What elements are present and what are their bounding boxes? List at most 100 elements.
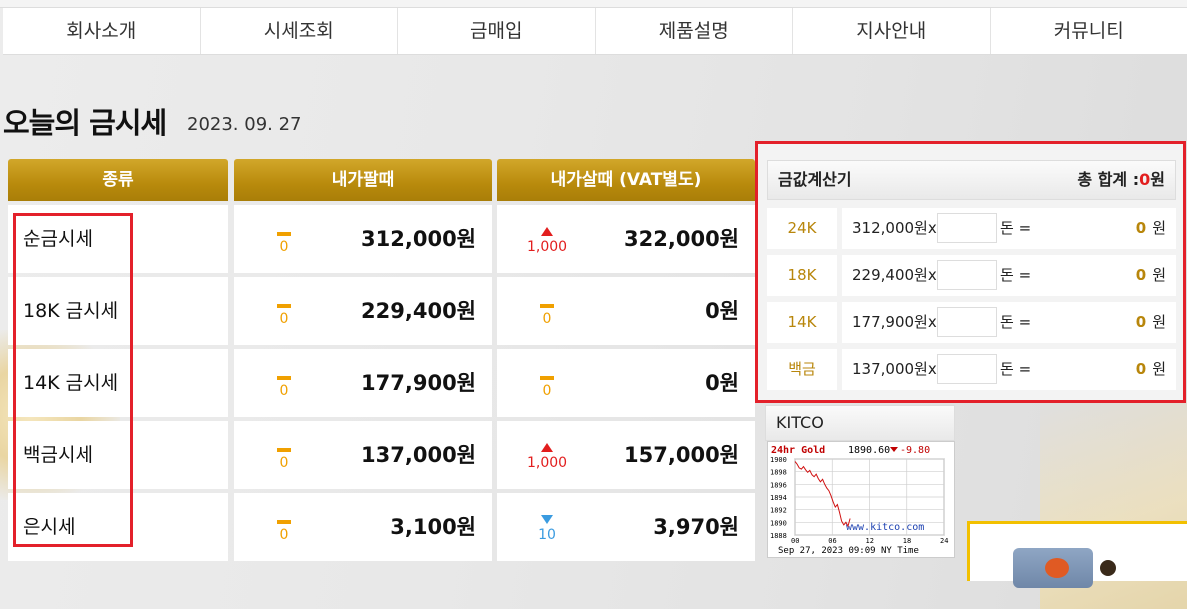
nav-item-products[interactable]: 제품설명 (594, 8, 793, 54)
arrow-down-icon (541, 515, 553, 524)
calc-price-value: 312,000원 (852, 219, 928, 237)
calculator-total: 총 합계 :0원 (1077, 161, 1165, 199)
sell-price: 177,900원 (361, 371, 476, 395)
change-up: 1,000 (527, 440, 567, 471)
kitco-header: KITCO (765, 405, 955, 441)
total-label: 총 합계 : (1077, 170, 1140, 189)
gold-calculator: 금값계산기 총 합계 :0원 24K 312,000원x 돈 = 0 원 18K 229,4… (755, 141, 1186, 403)
calc-unit-label: 돈 = (1000, 313, 1032, 331)
chart-timestamp: Sep 27, 2023 09:09 NY Time (778, 546, 919, 556)
chart-y-tick: 1894 (770, 494, 787, 502)
chart-x-tick: 12 (866, 537, 874, 545)
nav-item-gold-buying[interactable]: 금매입 (397, 8, 595, 54)
calc-quantity-input[interactable] (937, 354, 997, 384)
calc-result: 0원 (1136, 349, 1166, 390)
nav-item-community[interactable]: 커뮤니티 (989, 8, 1187, 54)
change-flat: 0 (264, 440, 304, 471)
dash-icon (540, 304, 554, 308)
calc-result-unit: 원 (1152, 313, 1166, 331)
chart-x-tick: 24 (940, 537, 948, 545)
calc-metal-label: 14K (767, 302, 837, 343)
change-value: 10 (538, 527, 556, 543)
chart-y-tick: 1900 (770, 456, 787, 464)
calc-result-unit: 원 (1152, 219, 1166, 237)
change-value: 0 (279, 239, 289, 255)
calc-multiply: x (927, 219, 937, 237)
page-date: 2023. 09. 27 (187, 114, 302, 135)
top-strip (0, 0, 1187, 8)
buy-price: 0원 (705, 299, 739, 323)
chart-x-tick: 00 (791, 537, 799, 545)
calc-price-value: 137,000원 (852, 360, 928, 378)
calc-metal-label: 백금 (767, 349, 837, 390)
change-flat: 0 (264, 368, 304, 399)
calc-unit-price: 177,900원x (852, 302, 937, 343)
dash-icon (277, 376, 291, 380)
calc-result-unit: 원 (1152, 266, 1166, 284)
calculator-header: 금값계산기 총 합계 :0원 (767, 160, 1176, 200)
calc-metal-label: 24K (767, 208, 837, 249)
nav-item-about[interactable]: 회사소개 (3, 8, 200, 54)
change-down: 10 (527, 512, 567, 543)
calc-row-main: 177,900원x 돈 = 0 원 (842, 302, 1176, 343)
calc-price-value: 177,900원 (852, 313, 928, 331)
calc-price-value: 229,400원 (852, 266, 928, 284)
calc-quantity-input[interactable] (937, 213, 997, 243)
change-value: 0 (279, 383, 289, 399)
change-flat: 0 (527, 368, 567, 399)
chart-x-tick: 06 (828, 537, 836, 545)
sell-price: 3,100원 (390, 515, 476, 539)
kitco-gold-chart[interactable]: 24hr Gold 1890.60 -9.80 1900 1898 1896 1894… (767, 441, 955, 558)
change-flat: 0 (264, 512, 304, 543)
total-value: 0 (1139, 170, 1151, 189)
arrow-up-icon (541, 443, 553, 452)
calc-result-value: 0 (1135, 219, 1147, 237)
header-sell: 내가팔때 (234, 159, 492, 201)
calc-result: 0원 (1136, 255, 1166, 296)
calc-row-main: 312,000원x 돈 = 0 원 (842, 208, 1176, 249)
calc-result-value: 0 (1135, 313, 1147, 331)
calc-result: 0원 (1136, 208, 1166, 249)
chart-watermark: www.kitco.com (846, 522, 924, 533)
nav-item-branches[interactable]: 지사안내 (792, 8, 990, 54)
chart-y-tick: 1892 (770, 507, 787, 515)
header-buy: 내가살때 (VAT별도) (497, 159, 755, 201)
calc-quantity-input[interactable] (937, 307, 997, 337)
buy-price: 157,000원 (624, 443, 739, 467)
sell-price: 229,400원 (361, 299, 476, 323)
highlight-box-names (13, 213, 133, 547)
kitco-title: KITCO (776, 413, 824, 432)
calc-unit-label: 돈 = (1000, 360, 1032, 378)
chart-label: 24hr Gold (771, 445, 825, 456)
change-value: 1,000 (527, 239, 568, 255)
dash-icon (277, 520, 291, 524)
buy-price: 0원 (705, 371, 739, 395)
calc-unit-price: 137,000원x (852, 349, 937, 390)
dash-icon (277, 448, 291, 452)
kitco-chart-svg: 24hr Gold 1890.60 -9.80 1900 1898 1896 1894… (770, 445, 948, 556)
chart-y-tick: 1890 (770, 519, 787, 527)
calc-unit-price: 229,400원x (852, 255, 937, 296)
change-value: 0 (279, 455, 289, 471)
calc-result-value: 0 (1135, 266, 1147, 284)
calc-multiply: x (927, 313, 937, 331)
buy-price: 322,000원 (624, 227, 739, 251)
change-value: 1,000 (527, 455, 568, 471)
calc-result-value: 0 (1135, 360, 1147, 378)
change-value: 0 (542, 383, 552, 399)
nav-item-prices[interactable]: 시세조회 (199, 8, 398, 54)
chart-value: 1890.60 (848, 445, 890, 456)
arrow-up-icon (541, 227, 553, 236)
calculator-row: 24K 312,000원x 돈 = 0 원 (767, 208, 1176, 249)
calc-result-unit: 원 (1152, 360, 1166, 378)
change-flat: 0 (264, 224, 304, 255)
change-flat: 0 (527, 296, 567, 327)
total-unit: 원 (1150, 170, 1165, 189)
sell-price: 137,000원 (361, 443, 476, 467)
dash-icon (540, 376, 554, 380)
chart-change: -9.80 (900, 445, 930, 456)
calc-unit-price: 312,000원x (852, 208, 937, 249)
change-value: 0 (279, 527, 289, 543)
calc-quantity-input[interactable] (937, 260, 997, 290)
change-value: 0 (542, 311, 552, 327)
